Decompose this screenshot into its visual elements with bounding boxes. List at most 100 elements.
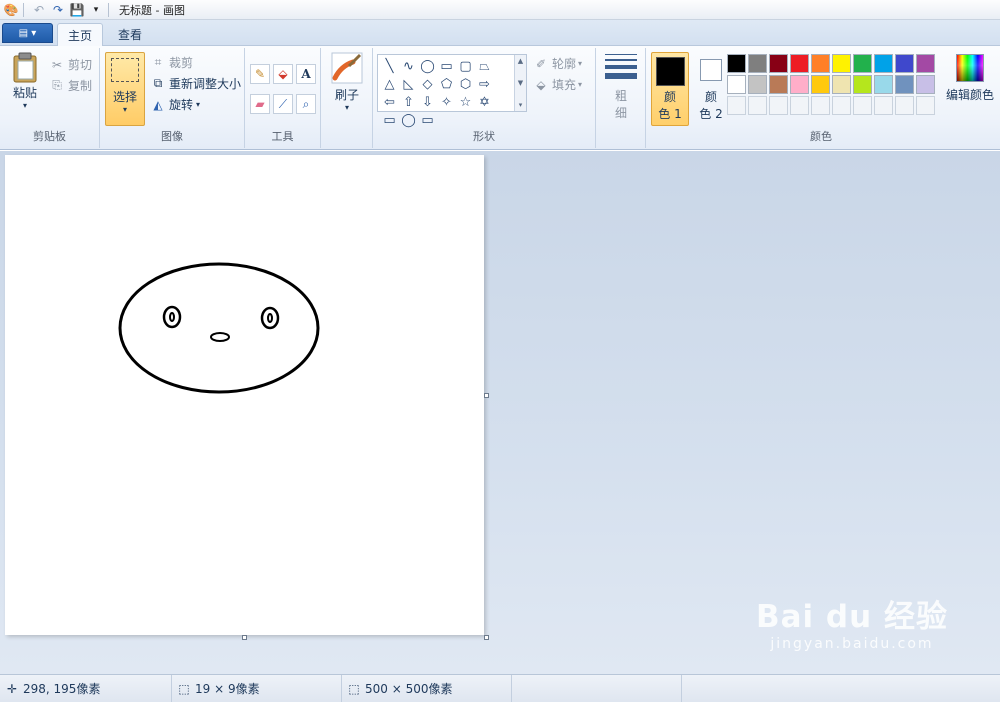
shape-item[interactable]: ⇩ bbox=[418, 93, 437, 111]
palette-swatch[interactable] bbox=[769, 75, 788, 94]
outline-button[interactable]: ✐ 轮廓 ▾ bbox=[533, 55, 582, 72]
shape-item[interactable]: ◺ bbox=[399, 75, 418, 93]
text-tool[interactable]: A bbox=[296, 64, 316, 84]
watermark-main: Bai du 经验 bbox=[755, 599, 948, 635]
palette-swatch[interactable] bbox=[916, 75, 935, 94]
custom-color-slot[interactable] bbox=[895, 96, 914, 115]
palette-swatch[interactable] bbox=[727, 75, 746, 94]
palette-swatch[interactable] bbox=[853, 54, 872, 73]
fill-icon: ⬙ bbox=[536, 77, 546, 92]
shape-item[interactable]: ✧ bbox=[437, 93, 456, 111]
color-2-label-line2: 色 2 bbox=[699, 107, 723, 121]
shape-item[interactable]: ☆ bbox=[456, 93, 475, 111]
copy-button[interactable]: ⎘ 复制 bbox=[49, 77, 92, 94]
rotate-button[interactable]: ◭ 旋转 ▾ bbox=[150, 96, 200, 113]
custom-color-slot[interactable] bbox=[874, 96, 893, 115]
brushes-button[interactable]: 刷子 ▾ bbox=[328, 52, 366, 112]
color-1-label-line2: 色 1 bbox=[658, 107, 682, 121]
pencil-tool[interactable]: ✎ bbox=[250, 64, 270, 84]
custom-color-slot[interactable] bbox=[832, 96, 851, 115]
paint-app-icon[interactable]: 🎨 bbox=[3, 2, 19, 18]
shape-item[interactable]: ✡ bbox=[475, 93, 494, 111]
palette-swatch[interactable] bbox=[874, 75, 893, 94]
shape-item[interactable]: ▭ bbox=[437, 57, 456, 75]
shapes-scrollbar[interactable]: ▲ ▼ ▾ bbox=[514, 55, 526, 111]
crop-icon: ⌗ bbox=[154, 55, 162, 69]
paint-menu-button[interactable]: ▤ ▾ bbox=[2, 23, 53, 43]
eraser-tool[interactable]: ▰ bbox=[250, 94, 270, 114]
palette-swatch[interactable] bbox=[832, 75, 851, 94]
magnifier-tool[interactable]: ⌕ bbox=[296, 94, 316, 114]
palette-swatch[interactable] bbox=[748, 54, 767, 73]
menu-icon: ▤ ▾ bbox=[18, 27, 37, 39]
shapes-grid: ╲ ∿ ◯ ▭ ▢ ⏢ △ ◺ ◇ ⬠ ⬡ ⇨ ⇦ ⇧ ⇩ ✧ ☆ ✡ ▭ ◯ ▭ bbox=[380, 57, 512, 129]
shape-item[interactable]: ▭ bbox=[380, 111, 399, 129]
palette-swatch[interactable] bbox=[769, 54, 788, 73]
custom-color-slot[interactable] bbox=[769, 96, 788, 115]
paste-button[interactable]: 粘贴 ▾ bbox=[6, 52, 44, 110]
expand-icon[interactable]: ▾ bbox=[519, 101, 523, 109]
palette-swatch[interactable] bbox=[874, 54, 893, 73]
palette-swatch[interactable] bbox=[853, 75, 872, 94]
shape-item[interactable]: ◇ bbox=[418, 75, 437, 93]
scroll-up-icon[interactable]: ▲ bbox=[518, 57, 523, 65]
shape-item[interactable]: ╲ bbox=[380, 57, 399, 75]
select-button[interactable]: 选择 ▾ bbox=[105, 52, 145, 126]
edit-colors-button[interactable]: 编辑颜色 bbox=[946, 54, 994, 103]
palette-swatch[interactable] bbox=[790, 54, 809, 73]
palette-swatch[interactable] bbox=[748, 75, 767, 94]
fill-tool[interactable]: ⬙ bbox=[273, 64, 293, 84]
resize-handle-corner[interactable] bbox=[484, 635, 489, 640]
size-button[interactable]: 粗 细 bbox=[603, 54, 639, 121]
palette-swatch[interactable] bbox=[811, 54, 830, 73]
custom-color-slot[interactable] bbox=[790, 96, 809, 115]
shape-item[interactable]: ⇨ bbox=[475, 75, 494, 93]
resize-icon: ⧉ bbox=[153, 76, 163, 90]
redo-icon[interactable]: ↷ bbox=[50, 2, 66, 18]
tab-view[interactable]: 查看 bbox=[108, 23, 152, 46]
custom-color-slot[interactable] bbox=[727, 96, 746, 115]
palette-swatch[interactable] bbox=[832, 54, 851, 73]
image-size-text: 500 × 500像素 bbox=[365, 682, 453, 696]
customize-toolbar-icon[interactable]: ▾ bbox=[88, 2, 104, 18]
undo-icon[interactable]: ↶ bbox=[31, 2, 47, 18]
palette-swatch[interactable] bbox=[916, 54, 935, 73]
nose bbox=[210, 332, 230, 342]
resize-button[interactable]: ⧉ 重新调整大小 bbox=[150, 75, 241, 92]
shape-item[interactable]: ⬠ bbox=[437, 75, 456, 93]
custom-color-slot[interactable] bbox=[748, 96, 767, 115]
palette-swatch[interactable] bbox=[811, 75, 830, 94]
drawing-canvas[interactable] bbox=[5, 155, 484, 635]
shape-item[interactable]: △ bbox=[380, 75, 399, 93]
palette-swatch[interactable] bbox=[895, 54, 914, 73]
shape-item[interactable]: ⇦ bbox=[380, 93, 399, 111]
shape-item[interactable]: ∿ bbox=[399, 57, 418, 75]
color-2-button[interactable]: 颜 色 2 bbox=[692, 52, 730, 126]
save-icon[interactable]: 💾 bbox=[69, 2, 85, 18]
tab-home[interactable]: 主页 bbox=[57, 23, 104, 46]
shape-item[interactable]: ▢ bbox=[456, 57, 475, 75]
resize-handle-right[interactable] bbox=[484, 393, 489, 398]
tools-group: ✎ ⬙ A ▰ ⟋ ⌕ 工具 bbox=[245, 48, 321, 148]
shape-item[interactable]: ◯ bbox=[399, 111, 418, 129]
shape-item[interactable]: ▭ bbox=[418, 111, 437, 129]
custom-color-slot[interactable] bbox=[853, 96, 872, 115]
shape-item[interactable]: ⇧ bbox=[399, 93, 418, 111]
cut-button[interactable]: ✂ 剪切 bbox=[49, 56, 92, 73]
palette-swatch[interactable] bbox=[727, 54, 746, 73]
window-title: 无标题 - 画图 bbox=[119, 3, 185, 17]
resize-handle-bottom[interactable] bbox=[242, 635, 247, 640]
palette-swatch[interactable] bbox=[790, 75, 809, 94]
color-1-button[interactable]: 颜 色 1 bbox=[651, 52, 689, 126]
chevron-down-icon: ▾ bbox=[196, 100, 201, 109]
scroll-down-icon[interactable]: ▼ bbox=[518, 79, 523, 87]
crop-button[interactable]: ⌗ 裁剪 bbox=[150, 54, 193, 71]
color-picker-tool[interactable]: ⟋ bbox=[273, 94, 293, 114]
custom-color-slot[interactable] bbox=[811, 96, 830, 115]
shape-item[interactable]: ⬡ bbox=[456, 75, 475, 93]
custom-color-slot[interactable] bbox=[916, 96, 935, 115]
fill-button[interactable]: ⬙ 填充 ▾ bbox=[533, 76, 582, 93]
shape-item[interactable]: ◯ bbox=[418, 57, 437, 75]
shape-item[interactable]: ⏢ bbox=[475, 57, 494, 75]
palette-swatch[interactable] bbox=[895, 75, 914, 94]
